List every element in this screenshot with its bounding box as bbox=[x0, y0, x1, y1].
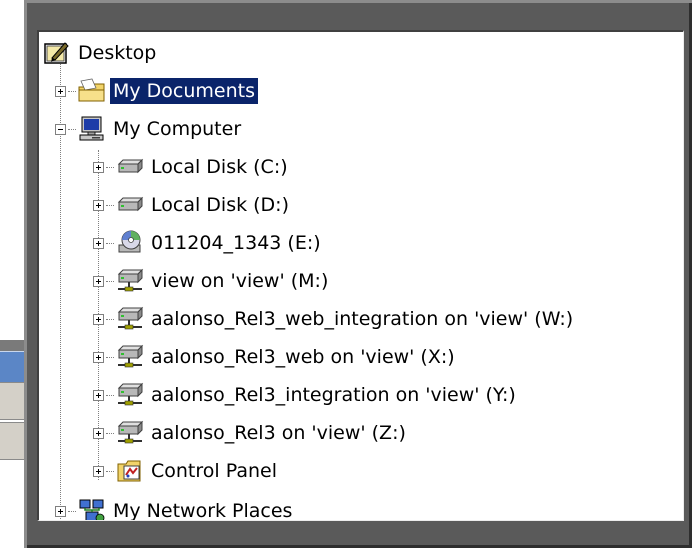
tree-item-my-computer[interactable]: My Computer bbox=[55, 110, 244, 148]
tree-item-label: aalonso_Rel3_web_integration on 'view' (… bbox=[151, 308, 574, 330]
tree-item-label: Local Disk (C:) bbox=[151, 156, 288, 178]
tree-item-label: aalonso_Rel3 on 'view' (Z:) bbox=[151, 422, 406, 444]
tree-item-label: Desktop bbox=[78, 42, 157, 64]
tree-item-label: Control Panel bbox=[151, 460, 277, 482]
network-drive-icon bbox=[117, 306, 144, 330]
tree-item-desktop[interactable]: Desktop bbox=[43, 34, 159, 72]
expand-toggle-icon[interactable] bbox=[55, 505, 66, 517]
network-drive-icon bbox=[117, 268, 144, 292]
expand-toggle-icon[interactable] bbox=[55, 85, 66, 97]
hard-drive-icon bbox=[117, 158, 144, 174]
tree-item-network-drive-m[interactable]: view on 'view' (M:) bbox=[93, 262, 331, 300]
tree-item-label: view on 'view' (M:) bbox=[151, 270, 329, 292]
tree-connector bbox=[68, 128, 76, 130]
tree-item-control-panel[interactable]: Control Panel bbox=[93, 452, 280, 490]
expand-toggle-icon[interactable] bbox=[93, 427, 104, 439]
tree-item-label: 011204_1343 (E:) bbox=[151, 232, 321, 254]
cd-drive-icon bbox=[118, 230, 141, 253]
expand-toggle-icon[interactable] bbox=[93, 237, 104, 249]
tree-item-label: My Documents bbox=[110, 78, 259, 104]
expand-toggle-icon[interactable] bbox=[93, 351, 104, 363]
expand-toggle-icon[interactable] bbox=[93, 465, 104, 477]
tree-item-network-drive-y[interactable]: aalonso_Rel3_integration on 'view' (Y:) bbox=[93, 376, 519, 414]
tree-connector bbox=[106, 242, 114, 244]
my-documents-folder-icon bbox=[78, 78, 105, 102]
collapse-toggle-icon[interactable] bbox=[55, 123, 66, 135]
expand-toggle-icon[interactable] bbox=[93, 275, 104, 287]
tree-item-cd-drive-e[interactable]: 011204_1343 (E:) bbox=[93, 224, 324, 262]
tree-item-network-drive-z[interactable]: aalonso_Rel3 on 'view' (Z:) bbox=[93, 414, 409, 452]
tree-item-label: My Computer bbox=[113, 118, 242, 140]
tree-item-network-drive-w[interactable]: aalonso_Rel3_web_integration on 'view' (… bbox=[93, 300, 576, 338]
tree-item-my-documents[interactable]: My Documents bbox=[55, 72, 259, 110]
tree-item-label: Local Disk (D:) bbox=[151, 194, 289, 216]
expand-toggle-icon[interactable] bbox=[93, 199, 104, 211]
tree-connector bbox=[106, 318, 114, 320]
network-drive-icon bbox=[117, 382, 144, 406]
tree-connector bbox=[106, 356, 114, 358]
network-drive-icon bbox=[117, 344, 144, 368]
network-drive-icon bbox=[117, 420, 144, 444]
tree-connector bbox=[106, 280, 114, 282]
tree-connector bbox=[68, 90, 76, 92]
tree-connector bbox=[106, 166, 114, 168]
tree-item-label: My Network Places bbox=[113, 500, 293, 521]
tree-connector bbox=[106, 432, 114, 434]
expand-toggle-icon[interactable] bbox=[93, 389, 104, 401]
expand-toggle-icon[interactable] bbox=[93, 313, 104, 325]
tree-connector bbox=[106, 204, 114, 206]
hard-drive-icon bbox=[117, 196, 144, 212]
folder-tree-view[interactable]: Desktop My Documents My Computer Local D… bbox=[37, 30, 684, 521]
my-computer-icon bbox=[79, 116, 104, 141]
tree-connector bbox=[106, 394, 114, 396]
tree-item-my-network-places[interactable]: My Network Places bbox=[55, 492, 295, 521]
tree-item-local-disk-d[interactable]: Local Disk (D:) bbox=[93, 186, 292, 224]
tree-item-local-disk-c[interactable]: Local Disk (C:) bbox=[93, 148, 291, 186]
tree-connector bbox=[106, 470, 114, 472]
tree-item-label: aalonso_Rel3_integration on 'view' (Y:) bbox=[151, 384, 516, 406]
network-places-icon bbox=[79, 499, 105, 520]
tree-connector bbox=[68, 510, 76, 512]
tree-item-network-drive-x[interactable]: aalonso_Rel3_web on 'view' (X:) bbox=[93, 338, 458, 376]
expand-toggle-icon[interactable] bbox=[93, 161, 104, 173]
control-panel-icon bbox=[117, 460, 141, 482]
desktop-icon bbox=[44, 42, 69, 64]
tree-item-label: aalonso_Rel3_web on 'view' (X:) bbox=[151, 346, 455, 368]
